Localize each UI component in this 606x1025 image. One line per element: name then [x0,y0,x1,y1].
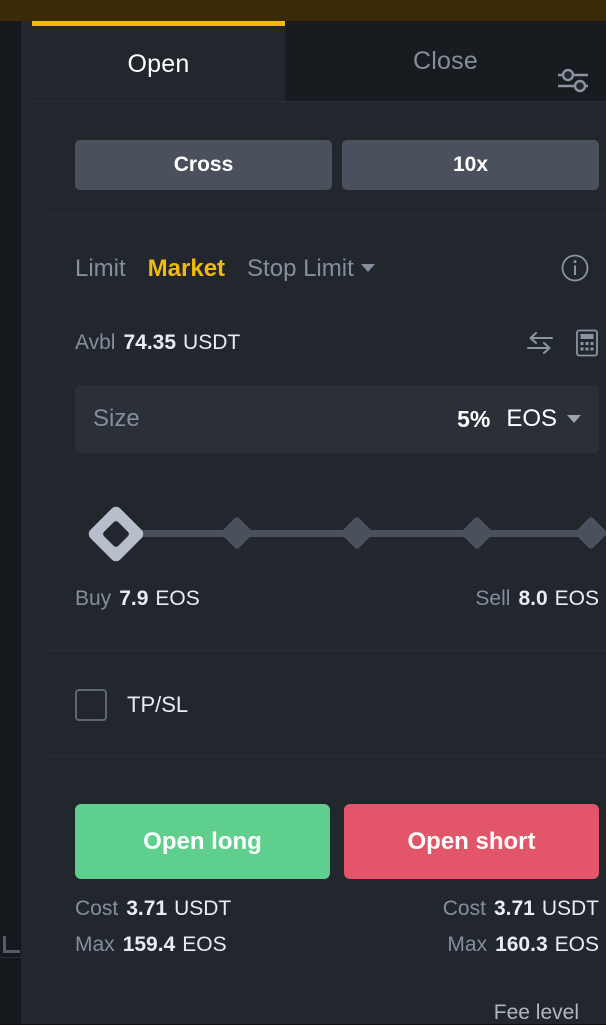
chevron-down-icon [360,264,375,272]
long-cost-label: Cost [75,897,119,920]
size-percent-slider[interactable] [83,504,606,564]
balance-action-icons [525,329,599,362]
summary-max-line: Max 159.4 EOS Max 160.3 EOS [75,933,599,969]
sell-estimate-unit: EOS [554,587,599,610]
margin-mode-button[interactable]: Cross [75,140,332,190]
order-type-selector: Limit Market Stop Limit [75,251,375,287]
order-type-limit[interactable]: Limit [75,255,126,283]
sell-estimate-value: 8.0 [518,587,548,610]
info-circle-icon[interactable] [560,253,590,283]
short-max: Max 160.3 EOS [447,933,599,957]
buy-estimate-label: Buy [75,587,112,610]
divider-below-modes [48,214,606,215]
available-balance-label: Avbl [75,331,116,354]
slider-handle[interactable] [86,504,146,564]
trading-order-panel: Open Close Cross 10x Limit Market Stop L… [0,0,606,1024]
order-summary: Cost 3.71 USDT Cost 3.71 USDT Max 159.4 EOS Ma… [75,897,599,969]
open-short-label: Open short [407,827,536,855]
short-max-unit: EOS [554,933,599,956]
buy-estimate-value: 7.9 [119,587,149,610]
tabs-underline [32,101,606,102]
size-input[interactable]: Size 5% EOS [75,385,599,453]
long-max-unit: EOS [182,933,227,956]
slider-stop-25[interactable] [220,516,254,550]
size-input-placeholder: Size [93,405,140,432]
tpsl-toggle-row[interactable]: TP/SL [75,688,188,722]
margin-leverage-row: Cross 10x [75,140,599,190]
calculator-icon[interactable] [575,329,599,362]
corner-bracket-icon [3,936,20,953]
short-max-label: Max [447,933,488,956]
long-cost-unit: USDT [174,897,232,920]
available-balance-row: Avbl 74.35 USDT [75,327,599,359]
tab-close-label: Close [413,47,478,75]
short-cost-unit: USDT [541,897,599,920]
sliders-settings-icon[interactable] [552,65,594,95]
slider-stop-100[interactable] [574,516,606,550]
divider-above-tpsl [48,650,606,651]
long-max: Max 159.4 EOS [75,933,227,957]
size-percent-value: 5% [457,405,491,432]
leverage-button[interactable]: 10x [342,140,599,190]
short-cost-label: Cost [442,897,486,920]
transfer-arrows-icon[interactable] [525,330,555,361]
buy-estimate: Buy 7.9 EOS [75,587,200,611]
sell-estimate: Sell 8.0 EOS [475,587,599,611]
long-cost-value: 3.71 [126,897,168,920]
order-side-tabs: Open Close [21,21,606,102]
order-form-panel: Open Close Cross 10x Limit Market Stop L… [21,21,606,1024]
slider-stop-75[interactable] [460,516,494,550]
available-balance-unit: USDT [183,331,241,354]
browser-top-bar [0,0,606,22]
leverage-label: 10x [452,153,489,176]
chevron-down-icon[interactable] [567,415,581,423]
left-rail-strip [0,21,22,1024]
long-max-label: Max [75,933,115,956]
order-type-stop-limit[interactable]: Stop Limit [247,255,375,283]
sell-estimate-label: Sell [475,587,511,610]
order-type-market[interactable]: Market [148,255,225,283]
tpsl-checkbox[interactable] [75,689,107,721]
open-long-button[interactable]: Open long [75,804,330,879]
order-type-stop-limit-label: Stop Limit [247,255,354,282]
fee-level-link[interactable]: Fee level [494,1001,579,1025]
long-max-value: 159.4 [122,933,176,956]
summary-cost-line: Cost 3.71 USDT Cost 3.71 USDT [75,897,599,933]
long-cost: Cost 3.71 USDT [75,897,231,921]
size-asset-label: EOS [506,405,557,432]
buy-sell-estimate-row: Buy 7.9 EOS Sell 8.0 EOS [75,587,599,617]
tab-open[interactable]: Open [32,21,285,102]
divider-below-tpsl [48,755,606,756]
available-balance-value: 74.35 [123,331,177,354]
open-short-button[interactable]: Open short [344,804,599,879]
short-cost: Cost 3.71 USDT [443,897,599,921]
rail-divider [0,957,21,958]
tpsl-label: TP/SL [127,692,189,717]
short-max-value: 160.3 [495,933,548,956]
open-long-label: Open long [143,827,262,855]
margin-mode-label: Cross [173,153,234,176]
tab-open-label: Open [127,49,190,78]
buy-estimate-unit: EOS [155,587,200,610]
slider-stop-50[interactable] [340,516,374,550]
order-action-buttons: Open long Open short [75,804,599,879]
short-cost-value: 3.71 [493,897,535,920]
